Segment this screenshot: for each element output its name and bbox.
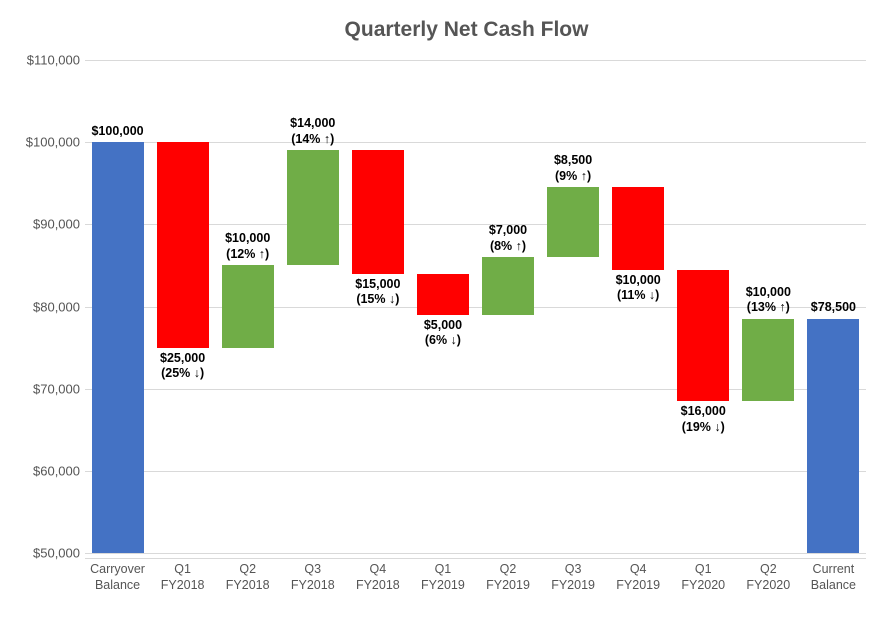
x-axis: CarryoverBalanceQ1FY2018Q2FY2018Q3FY2018…	[85, 558, 866, 618]
bar-slot: $8,500(9% ↑)	[541, 60, 606, 553]
increase-bar	[742, 319, 794, 401]
bar-slot: $15,000(15% ↓)	[345, 60, 410, 553]
y-tick: $90,000	[20, 217, 80, 232]
x-tick: Q1FY2020	[671, 558, 736, 618]
bar-slot: $78,500	[801, 60, 866, 553]
bar-slot: $25,000(25% ↓)	[150, 60, 215, 553]
chart-title: Quarterly Net Cash Flow	[65, 18, 868, 42]
bar-slot: $10,000(11% ↓)	[606, 60, 671, 553]
x-tick: Q2FY2018	[215, 558, 280, 618]
x-tick: Q2FY2019	[475, 558, 540, 618]
total-bar	[807, 319, 859, 553]
y-tick: $110,000	[20, 53, 80, 68]
data-label: $78,500	[788, 300, 879, 316]
increase-bar	[222, 265, 274, 347]
bar-slot: $100,000	[85, 60, 150, 553]
x-tick: CarryoverBalance	[85, 558, 150, 618]
y-tick: $50,000	[20, 546, 80, 561]
decrease-bar	[417, 274, 469, 315]
plot-area: $100,000$25,000(25% ↓)$10,000(12% ↑)$14,…	[85, 60, 866, 553]
y-tick: $70,000	[20, 381, 80, 396]
total-bar	[92, 142, 144, 553]
grid-line	[85, 553, 866, 554]
y-tick: $80,000	[20, 299, 80, 314]
y-tick: $60,000	[20, 463, 80, 478]
decrease-bar	[677, 270, 729, 401]
x-tick: Q4FY2018	[345, 558, 410, 618]
decrease-bar	[157, 142, 209, 347]
x-tick: Q3FY2019	[541, 558, 606, 618]
waterfall-chart: Quarterly Net Cash Flow $50,000 $60,000 $7…	[0, 0, 886, 618]
x-tick: Q3FY2018	[280, 558, 345, 618]
increase-bar	[547, 187, 599, 257]
increase-bar	[482, 257, 534, 315]
x-tick: Q1FY2018	[150, 558, 215, 618]
x-tick: Q2FY2020	[736, 558, 801, 618]
decrease-bar	[612, 187, 664, 269]
x-tick: CurrentBalance	[801, 558, 866, 618]
bar-slot: $5,000(6% ↓)	[410, 60, 475, 553]
increase-bar	[287, 150, 339, 265]
bars-group: $100,000$25,000(25% ↓)$10,000(12% ↑)$14,…	[85, 60, 866, 553]
x-axis-line	[85, 558, 866, 559]
x-tick: Q1FY2019	[410, 558, 475, 618]
decrease-bar	[352, 150, 404, 273]
x-tick: Q4FY2019	[606, 558, 671, 618]
bar-slot: $7,000(8% ↑)	[475, 60, 540, 553]
